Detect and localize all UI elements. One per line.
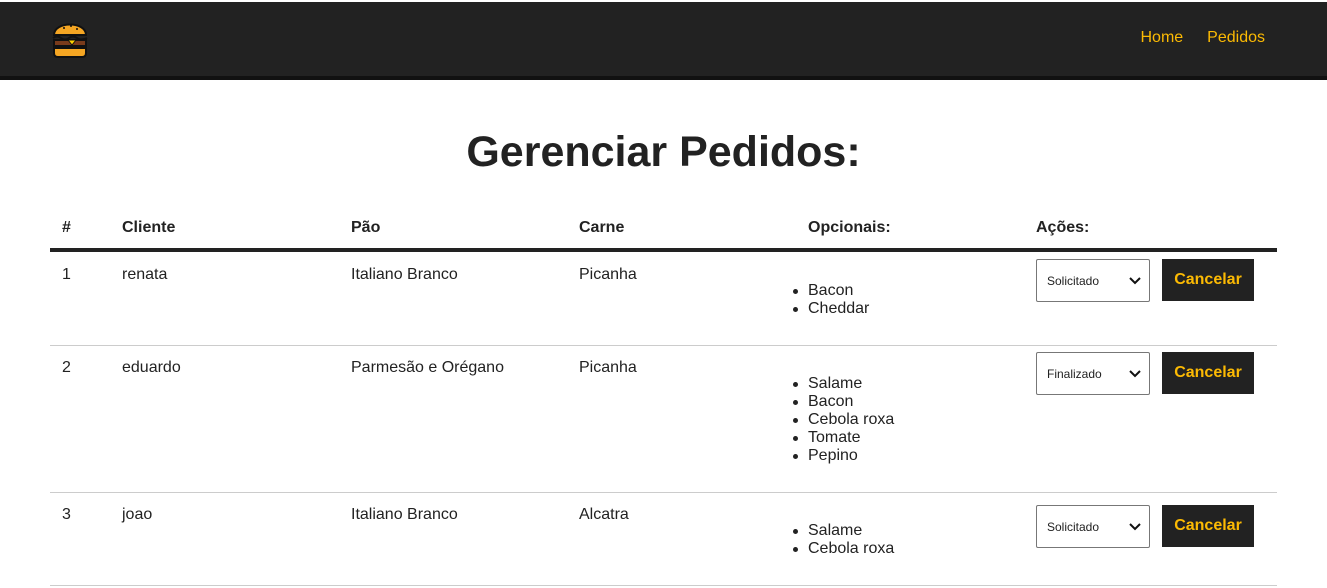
header-opcionais: Opcionais: — [808, 219, 891, 236]
opcional-item: Cheddar — [792, 300, 870, 317]
nav-home-link[interactable]: Home — [1140, 29, 1183, 47]
opcionais-list: Bacon Cheddar — [792, 282, 870, 318]
opcional-item: Pepino — [792, 447, 894, 465]
opcional-item: Tomate — [792, 429, 894, 447]
status-value: Finalizado — [1047, 366, 1102, 381]
row-cliente: joao — [122, 506, 153, 523]
status-value: Solicitado — [1047, 273, 1100, 288]
row-pao: Italiano Branco — [351, 266, 458, 283]
header-pao: Pão — [351, 219, 381, 236]
table-row: 3 joao Italiano Branco Alcatra Salame Ce… — [50, 493, 1277, 586]
opcional-item: Bacon — [792, 393, 894, 411]
status-select[interactable]: Solicitado — [1036, 259, 1150, 302]
row-pao: Parmesão e Orégano — [351, 359, 504, 376]
chevron-down-icon — [1129, 276, 1141, 284]
nav-links: Home Pedidos — [1140, 29, 1265, 47]
row-cliente: renata — [122, 266, 168, 283]
cancel-button[interactable]: Cancelar — [1162, 505, 1254, 547]
cancel-button[interactable]: Cancelar — [1162, 352, 1254, 394]
opcionais-list: Salame Bacon Cebola roxa Tomate Pepino — [792, 375, 895, 465]
row-carne: Alcatra — [579, 506, 629, 523]
header-acoes: Ações: — [1036, 219, 1090, 236]
opcional-item: Cebola roxa — [792, 411, 895, 428]
table-row: 1 renata Italiano Branco Picanha Bacon C… — [50, 252, 1277, 346]
table-header: # Cliente Pão Carne Opcionais: Ações: — [50, 208, 1277, 252]
status-select[interactable]: Finalizado — [1036, 352, 1150, 395]
status-select[interactable]: Solicitado — [1036, 505, 1150, 548]
page-title: Gerenciar Pedidos: — [466, 128, 861, 176]
row-carne: Picanha — [579, 359, 637, 376]
navbar: Home Pedidos — [0, 0, 1327, 80]
opcional-item: Salame — [792, 375, 894, 393]
row-cliente: eduardo — [122, 359, 181, 376]
burger-icon[interactable] — [51, 17, 89, 59]
row-id: 2 — [62, 359, 71, 376]
header-cliente: Cliente — [122, 219, 176, 236]
row-id: 1 — [62, 266, 71, 283]
row-id: 3 — [62, 506, 71, 523]
chevron-down-icon — [1129, 369, 1141, 377]
status-value: Solicitado — [1047, 519, 1100, 534]
orders-table: # Cliente Pão Carne Opcionais: Ações: 1 … — [50, 208, 1277, 586]
header-carne: Carne — [579, 219, 625, 236]
opcional-item: Cebola roxa — [792, 540, 895, 557]
table-row: 2 eduardo Parmesão e Orégano Picanha Sal… — [50, 346, 1277, 493]
cancel-button[interactable]: Cancelar — [1162, 259, 1254, 301]
opcional-item: Salame — [792, 522, 894, 540]
opcionais-list: Salame Cebola roxa — [792, 522, 895, 558]
opcional-item: Bacon — [792, 282, 869, 300]
row-pao: Italiano Branco — [351, 506, 458, 523]
chevron-down-icon — [1129, 522, 1141, 530]
row-carne: Picanha — [579, 266, 637, 283]
nav-pedidos-link[interactable]: Pedidos — [1207, 29, 1265, 47]
header-id: # — [62, 219, 71, 236]
